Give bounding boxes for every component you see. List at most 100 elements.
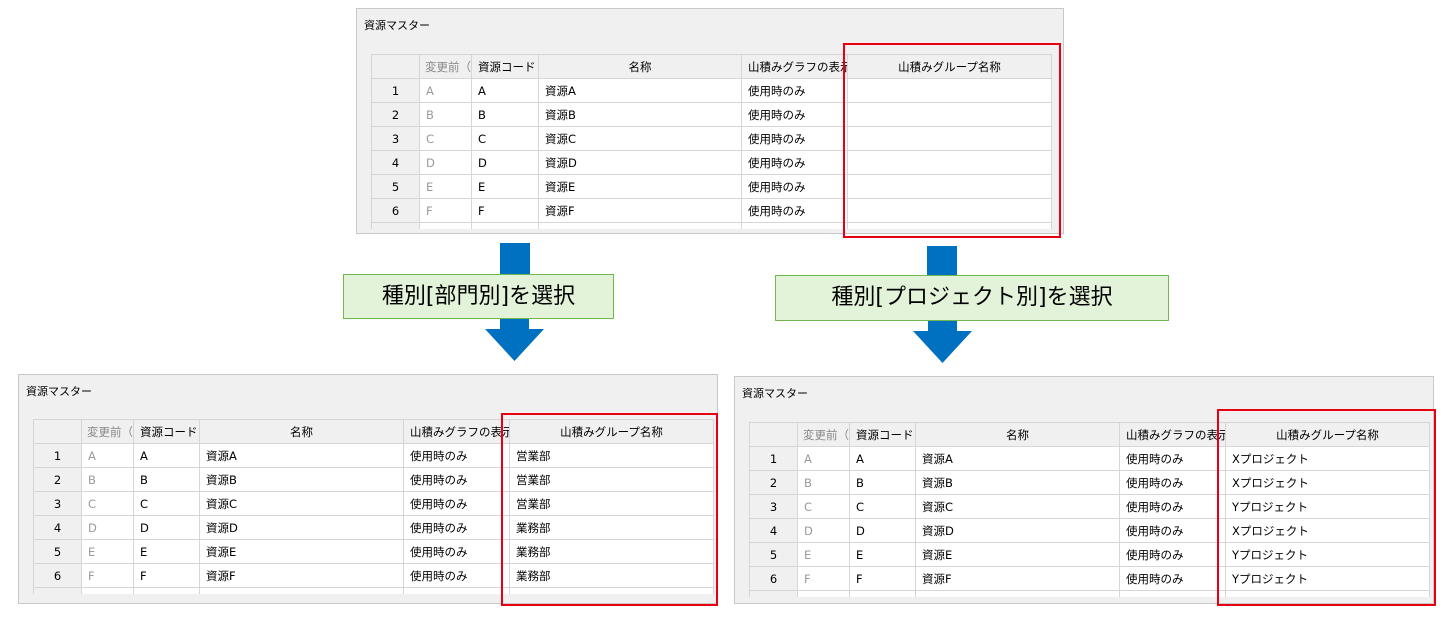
- cell-name[interactable]: 資源E: [915, 542, 1120, 567]
- column-header-chart-display[interactable]: 山積みグラフの表示: [1119, 422, 1226, 447]
- table-row[interactable]: 5 E E 資源E 使用時のみ Yプロジェクト: [749, 542, 1430, 567]
- table-row[interactable]: 4 D D 資源D 使用時のみ 業務部: [33, 515, 714, 540]
- cell-display[interactable]: 使用時のみ: [1119, 518, 1226, 543]
- cell-group[interactable]: [847, 102, 1052, 127]
- cell-code[interactable]: F: [471, 198, 539, 223]
- cell-code[interactable]: A: [471, 78, 539, 103]
- cell-code[interactable]: B: [471, 102, 539, 127]
- cell-display[interactable]: 使用時のみ: [403, 539, 510, 564]
- column-header-resource-code[interactable]: 資源コード: [849, 422, 916, 447]
- cell-code[interactable]: A: [849, 446, 916, 471]
- cell-display[interactable]: 使用時のみ: [403, 467, 510, 492]
- cell-before[interactable]: E: [81, 539, 134, 564]
- cell-name[interactable]: 資源A: [199, 443, 404, 468]
- cell-before[interactable]: F: [797, 566, 850, 591]
- cell-code[interactable]: F: [133, 563, 200, 588]
- cell-group[interactable]: 業務部: [509, 539, 714, 564]
- cell-group[interactable]: 業務部: [509, 563, 714, 588]
- table-row[interactable]: 1 A A 資源A 使用時のみ Xプロジェクト: [749, 446, 1430, 471]
- table-row[interactable]: 6 F F 資源F 使用時のみ 業務部: [33, 563, 714, 588]
- cell-code[interactable]: D: [133, 515, 200, 540]
- cell-group[interactable]: Yプロジェクト: [1225, 566, 1430, 591]
- cell-display[interactable]: 使用時のみ: [741, 150, 848, 175]
- cell-code[interactable]: B: [133, 467, 200, 492]
- cell-before[interactable]: B: [797, 470, 850, 495]
- cell-name[interactable]: 資源C: [199, 491, 404, 516]
- cell-group[interactable]: 営業部: [509, 491, 714, 516]
- column-header-resource-code[interactable]: 資源コード: [471, 54, 539, 79]
- cell-code[interactable]: C: [471, 126, 539, 151]
- cell-name[interactable]: 資源A: [915, 446, 1120, 471]
- cell-display[interactable]: 使用時のみ: [741, 126, 848, 151]
- cell-before[interactable]: E: [419, 174, 472, 199]
- cell-display[interactable]: 使用時のみ: [403, 443, 510, 468]
- table-row[interactable]: 6 F F 資源F 使用時のみ Yプロジェクト: [749, 566, 1430, 591]
- cell-display[interactable]: 使用時のみ: [403, 491, 510, 516]
- table-row[interactable]: 4 D D 資源D 使用時のみ Xプロジェクト: [749, 518, 1430, 543]
- table-row[interactable]: 4 D D 資源D 使用時のみ: [371, 150, 1052, 175]
- cell-before[interactable]: F: [419, 198, 472, 223]
- cell-name[interactable]: 資源B: [915, 470, 1120, 495]
- cell-display[interactable]: 使用時のみ: [741, 78, 848, 103]
- cell-code[interactable]: D: [849, 518, 916, 543]
- cell-name[interactable]: 資源E: [199, 539, 404, 564]
- cell-name[interactable]: 資源B: [199, 467, 404, 492]
- cell-group[interactable]: [847, 78, 1052, 103]
- column-header-before-change[interactable]: 変更前（: [797, 422, 850, 447]
- cell-group[interactable]: [847, 174, 1052, 199]
- cell-display[interactable]: 使用時のみ: [403, 515, 510, 540]
- cell-display[interactable]: 使用時のみ: [1119, 566, 1226, 591]
- cell-group[interactable]: Xプロジェクト: [1225, 518, 1430, 543]
- cell-before[interactable]: C: [797, 494, 850, 519]
- table-row[interactable]: 3 C C 資源C 使用時のみ Yプロジェクト: [749, 494, 1430, 519]
- cell-code[interactable]: E: [133, 539, 200, 564]
- cell-before[interactable]: A: [419, 78, 472, 103]
- cell-group[interactable]: 営業部: [509, 467, 714, 492]
- cell-before[interactable]: D: [419, 150, 472, 175]
- cell-before[interactable]: E: [797, 542, 850, 567]
- column-header-group-name[interactable]: 山積みグループ名称: [509, 419, 714, 444]
- table-row[interactable]: 6 F F 資源F 使用時のみ: [371, 198, 1052, 223]
- table-row[interactable]: 1 A A 資源A 使用時のみ: [371, 78, 1052, 103]
- column-header-resource-code[interactable]: 資源コード: [133, 419, 200, 444]
- column-header-before-change[interactable]: 変更前（: [419, 54, 472, 79]
- cell-display[interactable]: 使用時のみ: [1119, 446, 1226, 471]
- cell-display[interactable]: 使用時のみ: [741, 174, 848, 199]
- cell-before[interactable]: D: [797, 518, 850, 543]
- column-header-chart-display[interactable]: 山積みグラフの表示: [741, 54, 848, 79]
- table-row[interactable]: 1 A A 資源A 使用時のみ 営業部: [33, 443, 714, 468]
- column-header-group-name[interactable]: 山積みグループ名称: [847, 54, 1052, 79]
- cell-name[interactable]: 資源B: [538, 102, 742, 127]
- table-row[interactable]: 5 E E 資源E 使用時のみ 業務部: [33, 539, 714, 564]
- table-row[interactable]: 3 C C 資源C 使用時のみ 営業部: [33, 491, 714, 516]
- column-header-group-name[interactable]: 山積みグループ名称: [1225, 422, 1430, 447]
- cell-display[interactable]: 使用時のみ: [1119, 494, 1226, 519]
- cell-group[interactable]: Yプロジェクト: [1225, 542, 1430, 567]
- cell-name[interactable]: 資源C: [915, 494, 1120, 519]
- cell-group[interactable]: Xプロジェクト: [1225, 446, 1430, 471]
- cell-before[interactable]: A: [81, 443, 134, 468]
- cell-name[interactable]: 資源D: [199, 515, 404, 540]
- cell-display[interactable]: 使用時のみ: [741, 198, 848, 223]
- cell-before[interactable]: B: [81, 467, 134, 492]
- cell-display[interactable]: 使用時のみ: [1119, 470, 1226, 495]
- table-row[interactable]: 2 B B 資源B 使用時のみ: [371, 102, 1052, 127]
- cell-group[interactable]: Yプロジェクト: [1225, 494, 1430, 519]
- cell-code[interactable]: E: [849, 542, 916, 567]
- cell-name[interactable]: 資源A: [538, 78, 742, 103]
- cell-before[interactable]: B: [419, 102, 472, 127]
- column-header-name[interactable]: 名称: [199, 419, 404, 444]
- cell-code[interactable]: B: [849, 470, 916, 495]
- cell-code[interactable]: C: [849, 494, 916, 519]
- cell-group[interactable]: Xプロジェクト: [1225, 470, 1430, 495]
- cell-group[interactable]: [847, 150, 1052, 175]
- cell-display[interactable]: 使用時のみ: [741, 102, 848, 127]
- column-header-before-change[interactable]: 変更前（: [81, 419, 134, 444]
- cell-name[interactable]: 資源E: [538, 174, 742, 199]
- cell-before[interactable]: F: [81, 563, 134, 588]
- cell-code[interactable]: D: [471, 150, 539, 175]
- cell-before[interactable]: C: [419, 126, 472, 151]
- cell-name[interactable]: 資源D: [538, 150, 742, 175]
- cell-group[interactable]: 業務部: [509, 515, 714, 540]
- cell-before[interactable]: D: [81, 515, 134, 540]
